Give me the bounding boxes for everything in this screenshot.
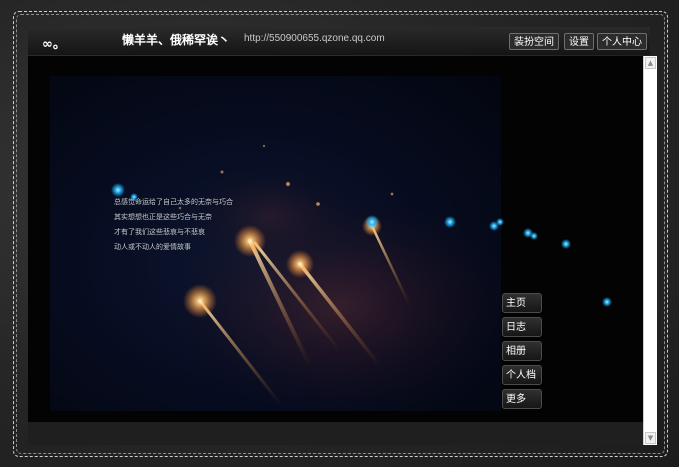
space-name[interactable]: 懒羊羊、俄稀罕诶丶: [122, 31, 230, 48]
logo[interactable]: ∞。: [42, 33, 66, 52]
poem-text: 总感觉命运给了自己太多的无奈与巧合 其实想想也正是这些巧合与无奈 才有了我们这些…: [114, 195, 233, 255]
nav-profile[interactable]: 个人档: [502, 365, 542, 385]
nav-blog[interactable]: 日志: [502, 317, 542, 337]
poem-line: 其实想想也正是这些巧合与无奈: [114, 213, 212, 221]
side-nav: 主页 日志 相册 个人档 更多: [502, 293, 542, 413]
poem-line: 动人或不动人的爱情故事: [114, 243, 191, 251]
nav-more[interactable]: 更多: [502, 389, 542, 409]
space-url[interactable]: http://550900655.qzone.qq.com: [244, 33, 385, 44]
nav-home[interactable]: 主页: [502, 293, 542, 313]
vertical-scrollbar[interactable]: ▲ ▼: [643, 56, 657, 445]
scroll-up-icon[interactable]: ▲: [645, 57, 656, 69]
settings-button[interactable]: 设置: [564, 33, 594, 50]
poem-line: 才有了我们这些悲哀与不悲哀: [114, 228, 205, 236]
scroll-down-icon[interactable]: ▼: [645, 432, 656, 444]
decorate-space-button[interactable]: 装扮空间: [509, 33, 559, 50]
bottom-strip: [28, 422, 643, 445]
poem-line: 总感觉命运给了自己太多的无奈与巧合: [114, 198, 233, 206]
personal-center-button[interactable]: 个人中心: [597, 33, 647, 50]
nav-album[interactable]: 相册: [502, 341, 542, 361]
